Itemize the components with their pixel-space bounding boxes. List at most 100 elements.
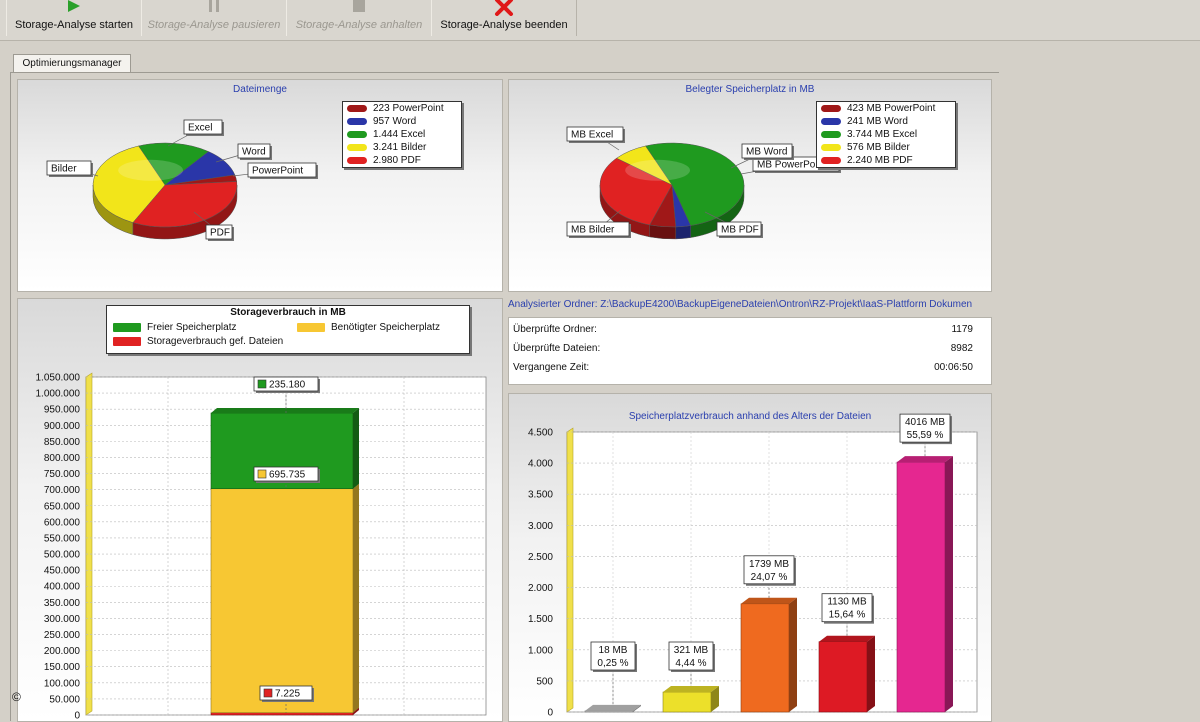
svg-text:Excel: Excel	[188, 123, 212, 134]
y-tick-label: 750.000	[44, 469, 81, 480]
analyzed-folder-path: Analysierter Ordner: Z:\BackupE4200\Back…	[508, 299, 973, 310]
storage-used-panel: Belegter Speicherplatz in MB MB PowerPoi…	[508, 79, 992, 292]
pie-label-excel: Excel	[167, 119, 224, 147]
y-tick-label: 850.000	[44, 437, 81, 448]
axis-wall	[566, 427, 574, 713]
y-tick-label: 250.000	[44, 630, 81, 641]
svg-text:695.735: 695.735	[269, 470, 306, 481]
pie-side-mb-word	[675, 225, 691, 240]
y-tick-label: 2.500	[528, 552, 553, 563]
y-tick-label: 650.000	[44, 501, 81, 512]
info-row-folders: Überprüfte Ordner: 1179	[513, 324, 973, 338]
quit-analysis-button[interactable]: Storage-Analyse beenden	[431, 0, 577, 36]
info-label-folders: Überprüfte Ordner:	[513, 324, 597, 335]
legend-text: 223 PowerPoint	[373, 103, 444, 114]
legend-swatch	[347, 105, 367, 112]
legend-row-mb-word: 241 MB Word	[817, 115, 955, 128]
legend-swatch	[347, 131, 367, 138]
stop-analysis-button[interactable]: Storage-Analyse anhalten	[286, 0, 432, 36]
pie-label-bilder: Bilder	[46, 160, 99, 177]
legend-item-free: Freier Speicherplatz	[113, 322, 236, 333]
info-label-files: Überprüfte Dateien:	[513, 343, 601, 354]
svg-text:7.225: 7.225	[275, 689, 300, 700]
legend-item-used: Storageverbrauch gef. Dateien	[113, 336, 283, 347]
legend-row-mb-bilder: 576 MB Bilder	[817, 141, 955, 154]
age-usage-panel: Speicherplatzverbrauch anhand des Alters…	[508, 393, 992, 722]
legend-label-required: Benötigter Speicherplatz	[331, 322, 440, 333]
legend-text: 957 Word	[373, 116, 417, 127]
play-icon	[68, 0, 80, 12]
y-tick-label: 450.000	[44, 566, 81, 577]
svg-text:PowerPoint: PowerPoint	[252, 166, 303, 177]
legend-item-required: Benötigter Speicherplatz	[297, 322, 440, 333]
pause-icon	[209, 0, 219, 12]
info-row-time: Vergangene Zeit: 00:06:50	[513, 362, 973, 376]
y-tick-label: 500.000	[44, 550, 81, 561]
legend-swatch-required	[297, 323, 325, 332]
file-count-panel: Dateimenge PowerPoint Word Excel Bilder PDF …	[17, 79, 503, 292]
storage-consumption-chart: 0 50.000 100.000 150.000 200.000 250.000 300.0…	[36, 372, 487, 722]
svg-text:MB Bilder: MB Bilder	[571, 225, 615, 236]
y-tick-label: 4.500	[528, 428, 553, 439]
legend-swatch	[821, 144, 841, 151]
copyright-symbol: ©	[12, 690, 21, 704]
svg-text:321 MB: 321 MB	[674, 645, 709, 656]
age-bar	[740, 597, 797, 713]
analysis-info-box: Überprüfte Ordner: 1179 Überprüfte Dateie…	[508, 317, 992, 385]
svg-text:235.180: 235.180	[269, 380, 306, 391]
y-tick-label: 1.500	[528, 614, 553, 625]
tab-optimierungsmanager[interactable]: Optimierungsmanager	[13, 54, 131, 73]
legend-row-mb-pdf: 2.240 MB PDF	[817, 154, 955, 167]
legend-row-mb-excel: 3.744 MB Excel	[817, 128, 955, 141]
legend-text: 2.980 PDF	[373, 155, 421, 166]
svg-text:0,25 %: 0,25 %	[597, 658, 628, 669]
legend-text: 3.744 MB Excel	[847, 129, 918, 140]
legend-swatch	[347, 144, 367, 151]
pie-sheen	[118, 159, 183, 181]
storage-consumption-panel: 0 50.000 100.000 150.000 200.000 250.000 300.0…	[17, 298, 503, 722]
pie-sheen	[625, 159, 690, 181]
legend-text: 241 MB Word	[847, 116, 908, 127]
file-count-legend: 223 PowerPoint 957 Word 1.444 Excel 3.241 B…	[342, 101, 462, 168]
legend-row-mb-powerpoint: 423 MB PowerPoint	[817, 102, 955, 115]
age-bar	[662, 686, 719, 713]
svg-text:15,64 %: 15,64 %	[829, 610, 866, 621]
y-tick-label: 1.000	[528, 645, 553, 656]
age-bar	[584, 704, 641, 713]
axis-wall	[85, 372, 93, 716]
start-analysis-button[interactable]: Storage-Analyse starten	[6, 0, 142, 36]
legend-row-word: 957 Word	[343, 115, 461, 128]
y-tick-label: 200.000	[44, 646, 81, 657]
svg-text:MB Word: MB Word	[746, 147, 788, 158]
close-icon	[495, 0, 513, 16]
legend-row-powerpoint: 223 PowerPoint	[343, 102, 461, 115]
y-tick-label: 300.000	[44, 614, 81, 625]
legend-text: 1.444 Excel	[373, 129, 426, 140]
svg-text:MB PDF: MB PDF	[721, 225, 759, 236]
storage-used-legend: 423 MB PowerPoint 241 MB Word 3.744 MB Exc…	[816, 101, 956, 168]
svg-text:Bilder: Bilder	[51, 164, 77, 175]
y-tick-label: 2.000	[528, 583, 553, 594]
y-tick-label: 800.000	[44, 453, 81, 464]
svg-text:1130 MB: 1130 MB	[827, 597, 867, 608]
info-label-time: Vergangene Zeit:	[513, 362, 590, 373]
svg-text:MB Excel: MB Excel	[571, 130, 613, 141]
legend-swatch	[347, 118, 367, 125]
y-tick-label: 600.000	[44, 517, 81, 528]
legend-swatch-used	[113, 337, 141, 346]
y-tick-label: 0	[74, 711, 80, 722]
pie-label-powerpoint: PowerPoint	[232, 162, 318, 179]
y-tick-label: 400.000	[44, 582, 81, 593]
svg-text:24,07 %: 24,07 %	[751, 572, 788, 583]
svg-text:Word: Word	[242, 147, 266, 158]
stop-analysis-label: Storage-Analyse anhalten	[295, 19, 423, 31]
legend-swatch-free	[113, 323, 141, 332]
pause-analysis-button[interactable]: Storage-Analyse pausieren	[141, 0, 287, 36]
age-bar	[818, 635, 875, 713]
legend-row-excel: 1.444 Excel	[343, 128, 461, 141]
legend-text: 576 MB Bilder	[847, 142, 910, 153]
y-tick-label: 950.000	[44, 405, 81, 416]
y-tick-label: 4.000	[528, 459, 553, 470]
storage-consumption-title: Storageverbrauch in MB	[230, 307, 346, 318]
pie-label-mb-excel: MB Excel	[566, 126, 625, 151]
